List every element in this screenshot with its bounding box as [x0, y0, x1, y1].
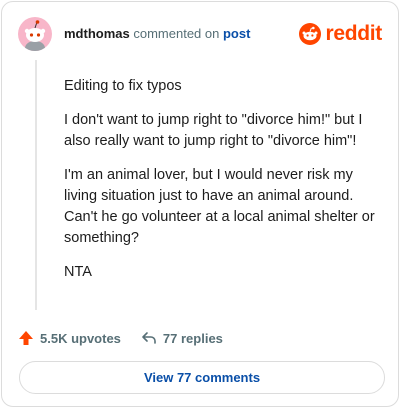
comment-paragraph: Editing to fix typos	[64, 78, 182, 94]
avatar[interactable]	[18, 17, 52, 51]
comment-paragraph: NTA	[64, 264, 92, 280]
snoo-avatar-icon	[24, 20, 46, 51]
post-link[interactable]: post	[223, 26, 250, 41]
comment-paragraph: I'm an animal lover, but I would never r…	[64, 167, 375, 246]
reddit-snoo-icon	[299, 23, 322, 45]
upvote-count: 5.5K upvotes	[40, 330, 121, 346]
reddit-logo[interactable]: reddit	[299, 22, 382, 46]
comment-actions: 5.5K upvotes 77 replies	[18, 328, 223, 348]
thread-line[interactable]	[35, 60, 37, 310]
reply-button[interactable]: 77 replies	[141, 330, 223, 346]
comment-body: Editing to fix typos I don't want to jum…	[64, 76, 384, 296]
comment-card: mdthomas commented on post reddit Editin…	[1, 1, 399, 407]
username-link[interactable]: mdthomas	[64, 26, 130, 41]
brand-wordmark: reddit	[325, 22, 382, 45]
upvote-arrow-icon	[19, 331, 33, 345]
reply-arrow-icon	[142, 332, 156, 344]
reply-count: 77 replies	[162, 330, 223, 346]
action-text: commented on	[133, 26, 220, 41]
comment-header: mdthomas commented on post reddit	[18, 16, 382, 52]
comment-paragraph: I don't want to jump right to "divorce h…	[64, 112, 363, 149]
upvote-button[interactable]: 5.5K upvotes	[18, 330, 121, 346]
comment-meta: mdthomas commented on post	[64, 26, 250, 42]
view-comments-button[interactable]: View 77 comments	[19, 361, 385, 394]
